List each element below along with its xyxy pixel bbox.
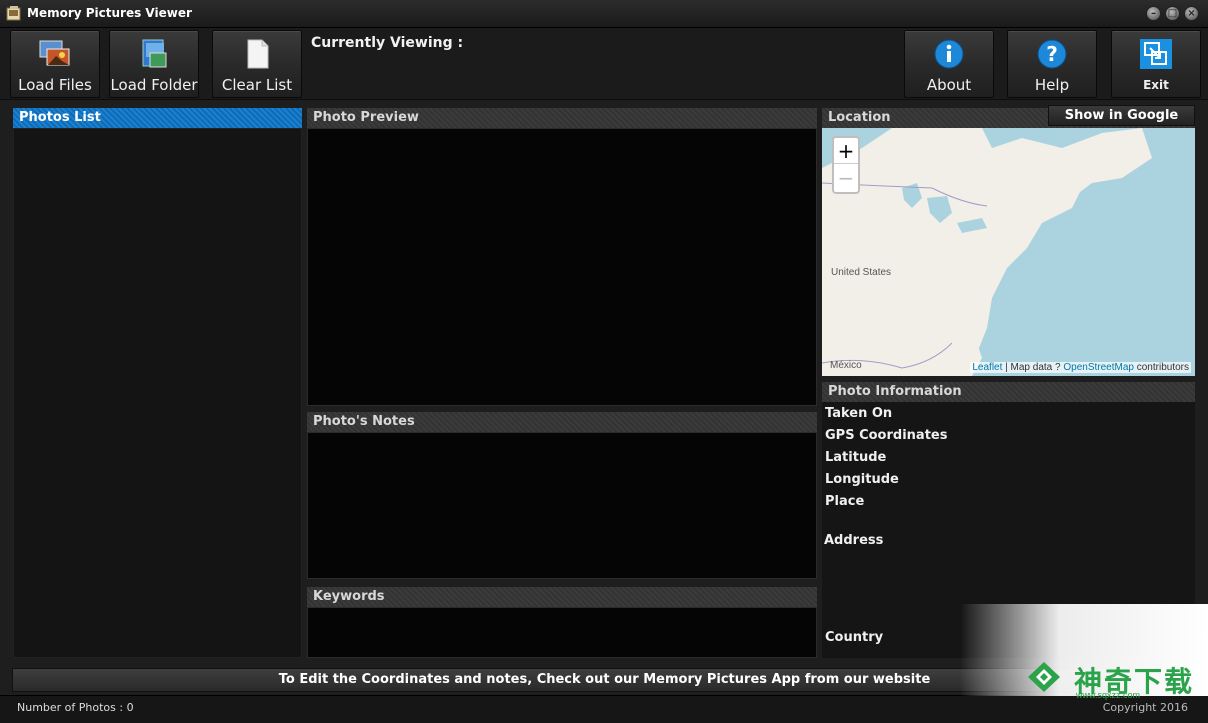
about-button[interactable]: About [904, 30, 994, 98]
photos-icon [39, 40, 70, 66]
longitude-label: Longitude [825, 472, 899, 487]
blank-document-icon [247, 39, 269, 69]
openstreetmap-link[interactable]: OpenStreetMap [1063, 362, 1134, 373]
map-attribution: Leaflet | Map data ? OpenStreetMap contr… [970, 362, 1191, 373]
photo-information-header: Photo Information [822, 382, 1195, 402]
address-label: Address [824, 533, 884, 548]
clear-list-button[interactable]: Clear List [212, 30, 302, 98]
leaflet-link[interactable]: Leaflet [972, 362, 1002, 373]
photo-preview-header: Photo Preview [307, 108, 817, 128]
map-zoom-control: + − [832, 136, 860, 194]
keywords-header: Keywords [307, 587, 817, 607]
keywords-field[interactable] [307, 607, 817, 658]
window-title: Memory Pictures Viewer [27, 6, 192, 20]
close-button[interactable]: × [1184, 6, 1199, 21]
copyright-text: Copyright 2016 [1102, 701, 1188, 714]
load-folder-label: Load Folder [110, 76, 198, 94]
exit-button[interactable]: Exit [1111, 30, 1201, 98]
help-icon: ? [1037, 39, 1067, 69]
minimize-button[interactable]: – [1146, 6, 1161, 21]
about-label: About [926, 76, 972, 94]
help-button[interactable]: ? Help [1007, 30, 1097, 98]
map-attribution-end: contributors [1133, 362, 1189, 373]
load-files-label: Load Files [18, 76, 92, 94]
zoom-in-button[interactable]: + [834, 138, 858, 164]
folder-icon [142, 39, 167, 68]
maximize-icon: □ [1167, 8, 1178, 19]
currently-viewing-label: Currently Viewing : [311, 35, 464, 51]
map-label-mexico: México [830, 360, 862, 371]
country-label: Country [825, 630, 884, 645]
watermark-url: www.sqxzz.com [1076, 690, 1141, 700]
info-icon [934, 39, 964, 69]
watermark-logo-icon [1028, 662, 1060, 692]
photo-count: Number of Photos : 0 [17, 701, 134, 714]
photos-list[interactable] [13, 128, 302, 658]
load-files-button[interactable]: Load Files [10, 30, 100, 98]
photo-notes-field[interactable] [307, 432, 817, 579]
gps-coordinates-label: GPS Coordinates [825, 428, 948, 443]
photos-list-header: Photos List [13, 108, 302, 128]
map-label-us: United States [831, 267, 892, 278]
taken-on-label: Taken On [825, 406, 893, 421]
photo-preview-area [307, 128, 817, 406]
toolbar: Load Files Load Folder Clear List Curren… [0, 28, 1208, 100]
app-icon [6, 6, 21, 21]
close-icon: × [1187, 8, 1196, 19]
map-attribution-text: | Map data ? [1002, 362, 1064, 373]
exit-label: Exit [1143, 78, 1169, 92]
show-in-google-maps-button[interactable]: Show in Google Maps [1048, 105, 1195, 142]
exit-icon [1140, 39, 1172, 69]
title-bar: Memory Pictures Viewer – □ × [0, 0, 1208, 28]
zoom-out-button[interactable]: − [834, 165, 858, 191]
minimize-icon: – [1151, 8, 1156, 19]
status-bar: Number of Photos : 0 Copyright 2016 [0, 695, 1208, 723]
location-map[interactable]: + − United States México Leaflet | Map d… [822, 128, 1195, 376]
latitude-label: Latitude [825, 450, 887, 465]
svg-text:?: ? [1046, 42, 1058, 66]
place-label: Place [825, 494, 865, 509]
load-folder-button[interactable]: Load Folder [109, 30, 199, 98]
photo-notes-header: Photo's Notes [307, 412, 817, 432]
clear-list-label: Clear List [221, 76, 293, 94]
maximize-button[interactable]: □ [1165, 6, 1180, 21]
map-tiles [822, 128, 1152, 376]
help-label: Help [1034, 76, 1070, 94]
